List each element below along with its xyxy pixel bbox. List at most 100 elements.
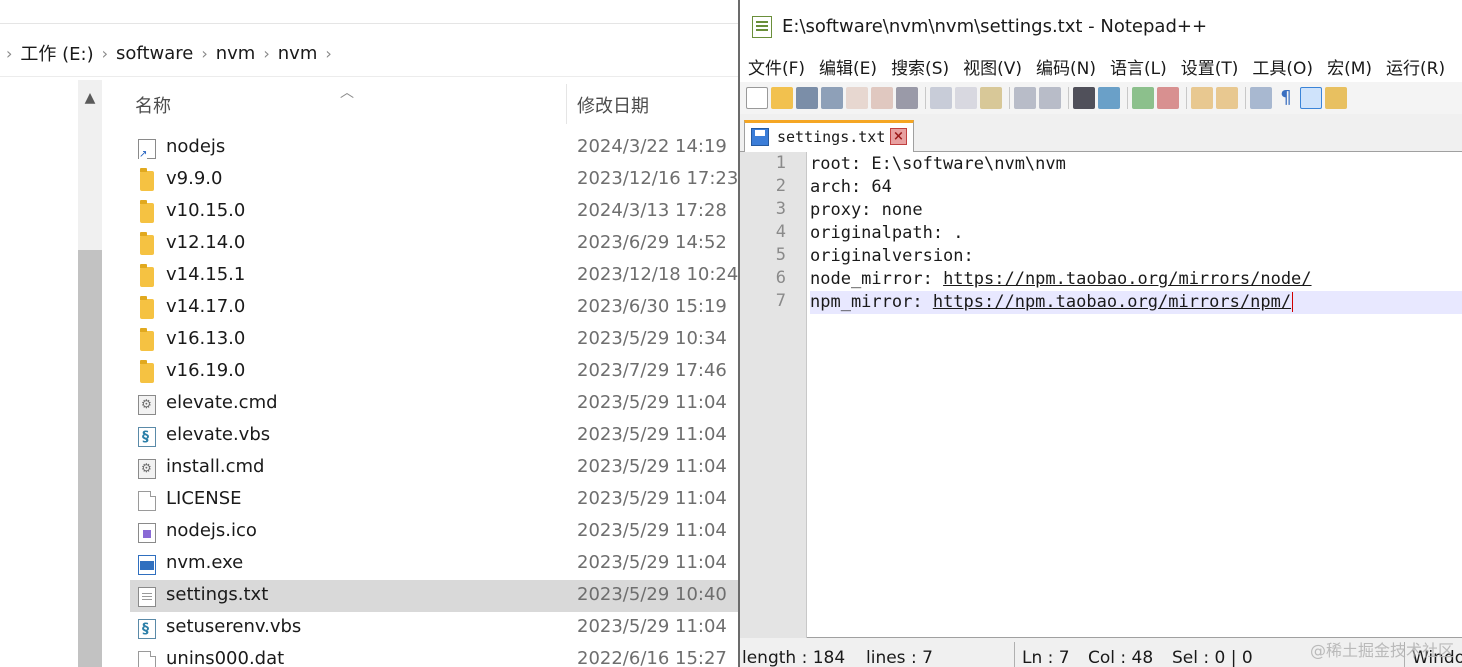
find-icon[interactable] xyxy=(1073,87,1095,109)
word-wrap-icon[interactable] xyxy=(1250,87,1272,109)
file-list-item[interactable]: LICENSE 2023/5/29 11:04 xyxy=(130,484,738,516)
menu-item[interactable]: 设置(T) xyxy=(1181,54,1239,79)
notepad-app-icon xyxy=(752,16,772,38)
menu-item[interactable]: 编辑(E) xyxy=(819,54,877,79)
menu-item[interactable]: 视图(V) xyxy=(963,54,1022,79)
zoom-in-icon[interactable] xyxy=(1132,87,1154,109)
code-line-current[interactable]: npm_mirror: https://npm.taobao.org/mirro… xyxy=(810,291,1462,314)
file-name: setuserenv.vbs xyxy=(166,616,302,637)
close-all-icon[interactable] xyxy=(871,87,893,109)
menu-item[interactable]: 语言(L) xyxy=(1110,54,1167,79)
sort-ascending-icon: ︿ xyxy=(340,85,354,101)
show-all-characters-icon[interactable]: ¶ xyxy=(1275,87,1297,109)
chevron-right-icon: › xyxy=(6,43,13,63)
file-list-item[interactable]: install.cmd 2023/5/29 11:04 xyxy=(130,452,738,484)
menu-item[interactable]: 编码(N) xyxy=(1036,54,1096,79)
sync-vertical-icon[interactable] xyxy=(1191,87,1213,109)
title-bar: E:\software\nvm\nvm\settings.txt - Notep… xyxy=(740,0,1462,50)
print-icon[interactable] xyxy=(896,87,918,109)
column-header-date[interactable]: 修改日期 xyxy=(577,92,649,118)
breadcrumb-drive[interactable]: 工作 (E:) xyxy=(20,40,93,66)
menu-item[interactable]: 工具(O) xyxy=(1252,54,1313,79)
code-line[interactable]: originalpath: . xyxy=(810,222,964,245)
file-list-item[interactable]: v14.17.0 2023/6/30 15:19 xyxy=(130,292,738,324)
explorer-top-strip xyxy=(0,0,738,24)
chevron-right-icon[interactable]: › xyxy=(325,44,331,63)
line-number: 3 xyxy=(775,199,786,219)
file-list-item[interactable]: v16.13.0 2023/5/29 10:34 xyxy=(130,324,738,356)
open-file-icon[interactable] xyxy=(771,87,793,109)
zoom-out-icon[interactable] xyxy=(1157,87,1179,109)
divider xyxy=(0,76,738,77)
shortcut-icon xyxy=(138,139,156,160)
code-line[interactable]: originalversion: xyxy=(810,245,974,268)
folder-icon xyxy=(140,328,154,351)
file-list-item[interactable]: nvm.exe 2023/5/29 11:04 xyxy=(130,548,738,580)
file-name: install.cmd xyxy=(166,456,265,477)
save-all-icon[interactable] xyxy=(821,87,843,109)
copy-icon[interactable] xyxy=(955,87,977,109)
code-line[interactable]: root: E:\software\nvm\nvm xyxy=(810,153,1066,176)
tab-settings-txt[interactable]: settings.txt × xyxy=(744,120,914,152)
breadcrumb[interactable]: › 工作 (E:) › software › nvm › nvm › xyxy=(0,30,738,76)
editor-area[interactable]: 1 root: E:\software\nvm\nvm 2 arch: 64 3 prox… xyxy=(740,152,1462,638)
sync-horizontal-icon[interactable] xyxy=(1216,87,1238,109)
code-line[interactable]: proxy: none xyxy=(810,199,923,222)
scrollbar-thumb[interactable] xyxy=(78,250,102,667)
menu-item[interactable]: 搜索(S) xyxy=(891,54,949,79)
vertical-scrollbar[interactable]: ▲ xyxy=(78,80,102,667)
undo-icon[interactable] xyxy=(1014,87,1036,109)
save-icon[interactable] xyxy=(796,87,818,109)
redo-icon[interactable] xyxy=(1039,87,1061,109)
column-separator[interactable] xyxy=(566,84,567,124)
url-link[interactable]: https://npm.taobao.org/mirrors/npm/ xyxy=(933,292,1291,312)
indent-guide-icon[interactable] xyxy=(1300,87,1322,109)
line-number: 6 xyxy=(775,268,786,288)
status-line-number: Ln : 7 xyxy=(1022,648,1070,667)
menu-item[interactable]: 运行(R) xyxy=(1386,54,1445,79)
file-list-item[interactable]: unins000.dat 2022/6/16 15:27 xyxy=(130,644,738,667)
breadcrumb-nvm-current[interactable]: nvm xyxy=(278,43,318,64)
file-list-item[interactable]: nodejs 2024/3/22 14:19 xyxy=(130,132,738,164)
close-file-icon[interactable] xyxy=(846,87,868,109)
cut-icon[interactable] xyxy=(930,87,952,109)
status-selection: Sel : 0 | 0 xyxy=(1172,648,1253,667)
line-text: originalpath: . xyxy=(810,223,964,243)
file-list-item[interactable]: elevate.cmd 2023/5/29 11:04 xyxy=(130,388,738,420)
breadcrumb-nvm[interactable]: nvm xyxy=(216,43,256,64)
new-file-icon[interactable] xyxy=(746,87,768,109)
chevron-right-icon: › xyxy=(101,43,109,63)
scroll-up-icon[interactable]: ▲ xyxy=(78,86,102,110)
file-list: nodejs 2024/3/22 14:19 v9.9.0 2023/12/16 17… xyxy=(130,132,738,667)
code-line[interactable]: arch: 64 xyxy=(810,176,892,199)
user-defined-language-icon[interactable] xyxy=(1325,87,1347,109)
file-name: nvm.exe xyxy=(166,552,244,573)
file-list-item[interactable]: setuserenv.vbs 2023/5/29 11:04 xyxy=(130,612,738,644)
file-list-item[interactable]: v16.19.0 2023/7/29 17:46 xyxy=(130,356,738,388)
file-date-modified: 2023/6/30 15:19 xyxy=(577,296,727,317)
line-text: arch: 64 xyxy=(810,177,892,197)
file-list-item[interactable]: nodejs.ico 2023/5/29 11:04 xyxy=(130,516,738,548)
url-link[interactable]: https://npm.taobao.org/mirrors/node/ xyxy=(943,269,1311,289)
toolbar-separator xyxy=(1127,87,1128,109)
breadcrumb-software[interactable]: software xyxy=(116,43,193,64)
folder-icon xyxy=(140,264,154,287)
code-line[interactable]: node_mirror: https://npm.taobao.org/mirr… xyxy=(810,268,1312,291)
file-list-item[interactable]: v10.15.0 2024/3/13 17:28 xyxy=(130,196,738,228)
menu-item[interactable]: 宏(M) xyxy=(1327,54,1372,79)
ico-file-icon xyxy=(138,523,156,543)
column-header-name[interactable]: 名称 xyxy=(135,92,171,118)
file-date-modified: 2023/5/29 11:04 xyxy=(577,552,727,573)
file-list-item[interactable]: v14.15.1 2023/12/18 10:24 xyxy=(130,260,738,292)
replace-icon[interactable] xyxy=(1098,87,1120,109)
file-list-item[interactable]: v12.14.0 2023/6/29 14:52 xyxy=(130,228,738,260)
line-text: proxy: none xyxy=(810,200,923,220)
file-date-modified: 2023/5/29 11:04 xyxy=(577,456,727,477)
paste-icon[interactable] xyxy=(980,87,1002,109)
file-list-item[interactable]: v9.9.0 2023/12/16 17:23 xyxy=(130,164,738,196)
menu-item[interactable]: 文件(F) xyxy=(748,54,805,79)
status-separator xyxy=(1014,642,1015,667)
file-list-item[interactable]: settings.txt 2023/5/29 10:40 xyxy=(130,580,738,612)
close-tab-icon[interactable]: × xyxy=(890,128,907,145)
file-list-item[interactable]: elevate.vbs 2023/5/29 11:04 xyxy=(130,420,738,452)
